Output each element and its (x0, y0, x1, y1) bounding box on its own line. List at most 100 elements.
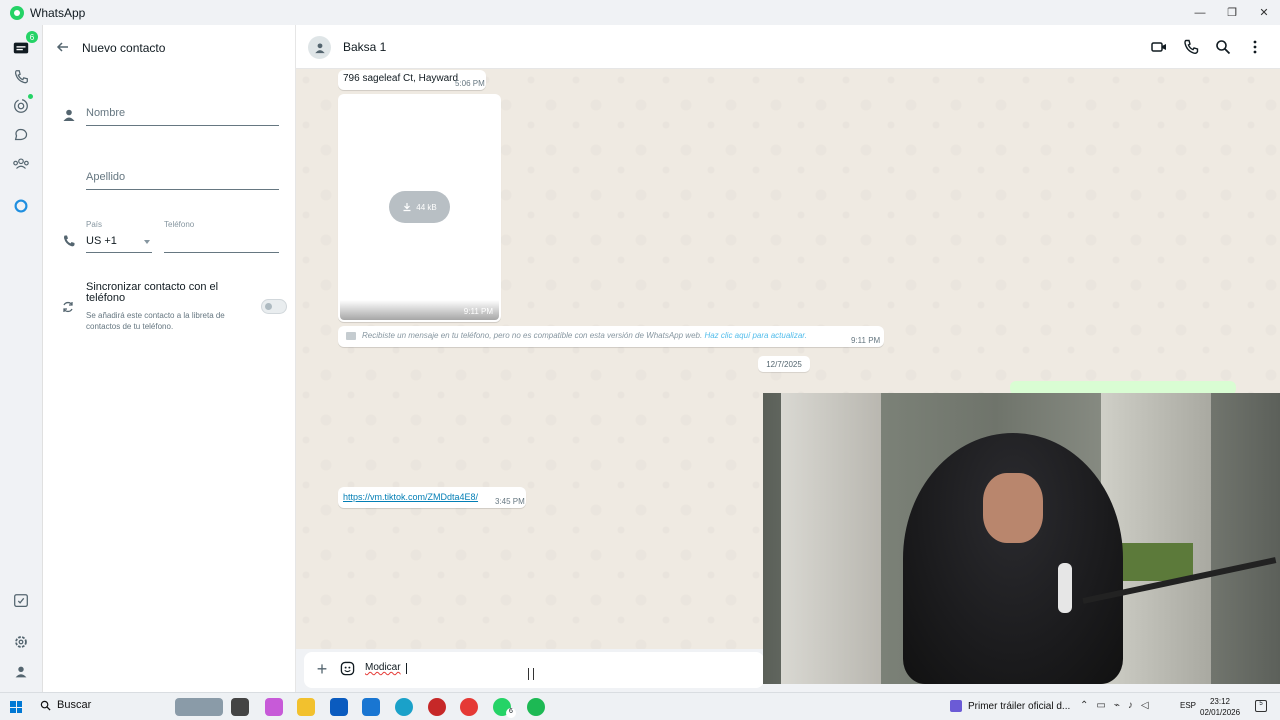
media-size: 44 kB (416, 202, 437, 212)
profile-icon[interactable] (11, 662, 31, 682)
chats-unread-badge: 6 (26, 31, 38, 43)
minimize-button[interactable]: — (1184, 0, 1216, 25)
spotify-icon[interactable] (527, 698, 545, 716)
new-contact-title: Nuevo contacto (82, 41, 166, 55)
system-tray: ⌃ ▭ ⌁ ♪ ◁ (1080, 700, 1149, 711)
message-time: 9:11 PM (463, 307, 493, 316)
country-label: País (86, 220, 103, 229)
meta-ai-icon[interactable] (11, 196, 31, 216)
date-separator: 12/7/2025 (758, 356, 810, 372)
phone-icon (62, 234, 76, 248)
country-value: US +1 (86, 235, 117, 247)
sync-icon (61, 300, 75, 314)
sync-contact-toggle[interactable] (261, 299, 287, 314)
message-input[interactable]: Modicar (365, 662, 401, 673)
app-icon[interactable] (428, 698, 446, 716)
search-icon[interactable] (1215, 39, 1231, 55)
new-contact-panel: Nuevo contacto Nombre Apellido País Telé… (43, 25, 296, 692)
taskbar-search[interactable]: Buscar (40, 699, 91, 711)
starred-messages-icon[interactable] (11, 591, 31, 611)
battery-icon[interactable]: ▭ (1096, 700, 1105, 711)
last-name-placeholder: Apellido (86, 171, 126, 183)
maximize-button[interactable]: ❐ (1216, 0, 1248, 25)
first-name-placeholder: Nombre (86, 107, 126, 119)
edge-icon[interactable] (395, 698, 413, 716)
clock[interactable]: 23:12 02/01/2026 (1200, 696, 1240, 718)
unsupported-message: Recibiste un mensaje en tu teléfono, per… (338, 326, 884, 347)
chevron-down-icon (144, 240, 150, 244)
sync-contact-description: Se añadirá este contacto a la libreta de… (86, 311, 225, 331)
clock-date: 02/01/2026 (1200, 708, 1241, 717)
message-link[interactable]: https://vm.tiktok.com/ZMDdta4E8/ 3:45 PM (338, 487, 526, 508)
window-controls: — ❐ ✕ (1184, 0, 1280, 25)
language-indicator[interactable]: ESP (1180, 701, 1196, 710)
communities-icon[interactable] (11, 154, 31, 174)
volume-icon[interactable]: ◁ (1141, 700, 1149, 711)
network-icon[interactable]: ⌁ (1114, 700, 1120, 711)
avatar[interactable] (308, 36, 331, 59)
mouse-text-cursor (528, 668, 534, 680)
chat-header[interactable]: Baksa 1 (296, 25, 1280, 69)
outlook-icon[interactable] (362, 698, 380, 716)
navigation-rail: 6 (0, 25, 43, 692)
download-icon (403, 203, 411, 212)
sticker-emoji-icon[interactable] (340, 661, 355, 676)
update-link[interactable]: Haz clic aquí para actualizar. (704, 331, 806, 340)
close-button[interactable]: ✕ (1248, 0, 1280, 25)
calls-icon[interactable] (11, 67, 31, 87)
whatsapp-logo-icon (10, 5, 24, 20)
webcam-plant (1118, 543, 1193, 581)
last-name-field[interactable]: Apellido (86, 168, 279, 190)
unsupported-message-icon (346, 332, 356, 340)
news-widget[interactable]: Primer tráiler oficial d... (950, 700, 1070, 712)
message-time: 9:11 PM (851, 336, 881, 345)
message-media[interactable]: 44 kB 9:11 PM (338, 94, 501, 322)
task-view-icon[interactable] (231, 698, 249, 716)
webcam-door (781, 393, 881, 684)
message-address[interactable]: 796 sageleaf Ct, Hayward 5:06 PM (338, 70, 486, 90)
country-select[interactable]: US +1 (86, 230, 152, 253)
attach-plus-icon[interactable]: + (314, 660, 330, 678)
message-time: 3:45 PM (495, 497, 525, 506)
notifications-icon[interactable]: 5 (1255, 700, 1267, 712)
phone-field[interactable] (164, 231, 279, 253)
webcam-microphone (1058, 563, 1072, 613)
sync-contact-title: Sincronizar contacto con el teléfono (86, 281, 219, 304)
store-icon[interactable] (330, 698, 348, 716)
whatsapp-taskbar-badge: 6 (506, 708, 516, 718)
file-explorer-icon[interactable] (297, 698, 315, 716)
taskbar-search-label: Buscar (57, 699, 92, 711)
settings-icon[interactable] (11, 632, 31, 652)
chat-contact-name[interactable]: Baksa 1 (343, 40, 386, 54)
channels-icon[interactable] (11, 125, 31, 145)
back-arrow-icon[interactable] (55, 39, 71, 55)
message-text: 796 sageleaf Ct, Hayward (343, 73, 459, 84)
search-icon (40, 700, 51, 711)
news-text: Primer tráiler oficial d... (968, 700, 1071, 712)
status-icon[interactable] (11, 96, 31, 116)
voice-call-icon[interactable] (1183, 39, 1199, 55)
video-icon (950, 700, 962, 712)
chrome-icon[interactable] (460, 698, 478, 716)
clock-time: 23:12 (1209, 697, 1231, 706)
webcam-face (983, 473, 1043, 543)
phone-label: Teléfono (164, 220, 195, 229)
video-call-icon[interactable] (1151, 39, 1167, 55)
unsupported-message-text: Recibiste un mensaje en tu teléfono, per… (362, 331, 807, 340)
tiktok-link[interactable]: https://vm.tiktok.com/ZMDdta4E8/ (343, 492, 478, 502)
chevron-up-icon[interactable]: ⌃ (1080, 700, 1088, 711)
microphone-icon[interactable]: ♪ (1128, 700, 1133, 711)
new-contact-header: Nuevo contacto (43, 25, 296, 70)
person-icon (62, 108, 76, 122)
more-options-icon[interactable] (1247, 39, 1263, 55)
window-title: WhatsApp (30, 5, 86, 20)
download-media-button[interactable]: 44 kB (389, 191, 450, 223)
search-highlight-icon[interactable] (175, 698, 223, 716)
text-caret (406, 663, 407, 674)
status-new-dot (28, 94, 33, 99)
webcam-overlay (763, 393, 1280, 684)
first-name-field[interactable]: Nombre (86, 104, 279, 126)
copilot-icon[interactable] (265, 698, 283, 716)
windows-taskbar: Buscar 6 Primer tráiler oficial d... ⌃ ▭… (0, 692, 1280, 720)
windows-start-icon[interactable] (10, 701, 22, 713)
